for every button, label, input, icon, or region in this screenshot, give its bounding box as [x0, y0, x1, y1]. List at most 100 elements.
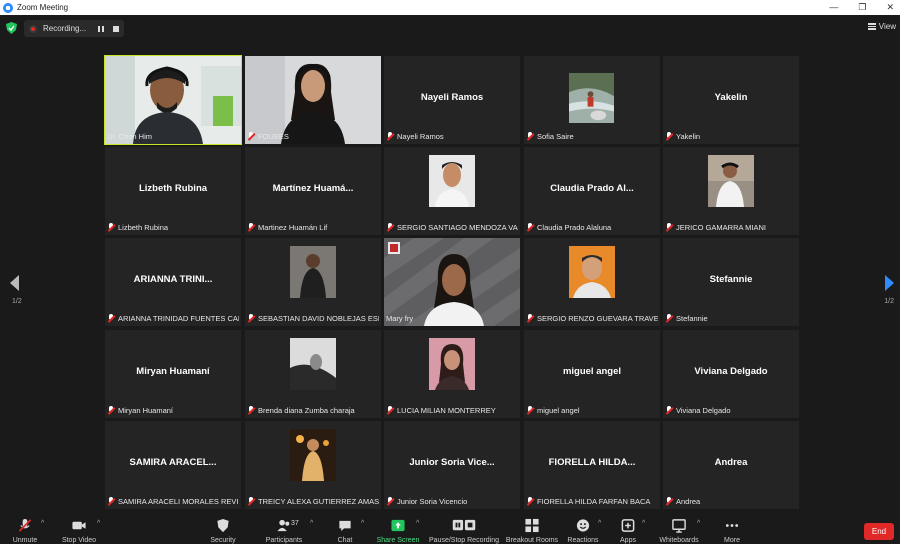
participants-button[interactable]: Participants [262, 514, 306, 544]
participants-icon [277, 519, 290, 532]
muted-mic-icon [665, 223, 673, 232]
participant-display-name: Nayeli Ramos [420, 92, 484, 103]
participant-tile[interactable]: Stefannie Stefannie [663, 238, 799, 326]
video-options-caret-icon[interactable]: ^ [97, 520, 100, 527]
stop-video-button[interactable]: Stop Video [56, 514, 102, 544]
participant-tile[interactable]: FIORELLA HILDA... FIORELLA HILDA FARFAN B… [524, 421, 660, 509]
participant-name: Martinez Huamán Lif [258, 223, 328, 232]
participant-name-label: Claudia Prado Alaluna [526, 222, 658, 233]
participant-tile[interactable]: Miryan Huamaní Miryan Huamaní [105, 330, 241, 418]
participant-name: ARIANNA TRINIDAD FUENTES CAM... [118, 314, 239, 323]
participant-tile[interactable]: ARIANNA TRINI... ARIANNA TRINIDAD FUENTES… [105, 238, 241, 326]
participant-display-name: Stefannie [709, 274, 753, 285]
muted-mic-icon [386, 223, 394, 232]
participant-tile[interactable]: SEBASTIAN DAVID NOBLEJAS ESPIN... [245, 238, 381, 326]
participant-name-label: SERGIO RENZO GUEVARA TRAVERS... [526, 313, 658, 324]
participant-tile[interactable]: Mary fry [384, 238, 520, 326]
participant-name-label: Martinez Huamán Lif [247, 222, 379, 233]
participant-tile[interactable]: SERGIO RENZO GUEVARA TRAVERS... [524, 238, 660, 326]
participant-name-label: Dr. Chon Him [107, 131, 239, 142]
participant-tile[interactable]: TREICY ALEXA GUTIERREZ AMASIF... [245, 421, 381, 509]
participant-tile[interactable]: Viviana Delgado Viviana Delgado [663, 330, 799, 418]
participant-tile[interactable]: Claudia Prado Al... Claudia Prado Alaluna [524, 147, 660, 235]
view-button[interactable]: View [867, 22, 896, 31]
participant-tile[interactable]: Junior Soria Vice... Junior Soria Vicenci… [384, 421, 520, 509]
participant-name-label: Yakelin [665, 131, 797, 142]
muted-mic-icon [247, 497, 255, 506]
security-button[interactable]: Security [205, 514, 241, 544]
participant-tile[interactable]: LUCIA MILIAN MONTERREY [384, 330, 520, 418]
window-controls: — ❐ ✕ [829, 0, 894, 15]
participant-name: Mary fry [386, 314, 414, 323]
unmute-label: Unmute [12, 537, 38, 544]
participant-tile[interactable]: Dr. Chon Him [104, 55, 242, 145]
breakout-rooms-label: Breakout Rooms [505, 537, 559, 544]
whiteboards-button[interactable]: Whiteboards [657, 514, 701, 544]
participant-tile[interactable]: FOUEES [245, 56, 381, 144]
participant-name: Viviana Delgado [676, 406, 731, 415]
breakout-rooms-button[interactable]: Breakout Rooms [505, 514, 559, 544]
participant-tile[interactable]: miguel angel miguel angel [524, 330, 660, 418]
audio-options-caret-icon[interactable]: ^ [41, 520, 44, 527]
reactions-smiley-icon [576, 519, 590, 532]
participant-display-name: ARIANNA TRINI... [133, 274, 213, 285]
apps-button[interactable]: Apps [617, 514, 639, 544]
apps-caret-icon[interactable]: ^ [642, 520, 645, 527]
participant-name-label: Lizbeth Rubina [107, 222, 239, 233]
apps-icon [621, 519, 635, 532]
recording-controls-label: Pause/Stop Recording [428, 537, 500, 544]
unmute-button[interactable]: Unmute [6, 514, 44, 544]
participant-display-name: FIORELLA HILDA... [548, 457, 636, 468]
stop-recording-icon[interactable] [113, 26, 119, 32]
participant-avatar [290, 338, 336, 390]
participant-name: Claudia Prado Alaluna [537, 223, 612, 232]
page-indicator-left: 1/2 [12, 298, 22, 305]
share-caret-icon[interactable]: ^ [416, 520, 419, 527]
breakout-rooms-icon [525, 518, 539, 533]
participant-tile[interactable]: Martínez Huamá... Martinez Huamán Lif [245, 147, 381, 235]
share-screen-button[interactable]: Share Screen [376, 514, 420, 544]
participants-caret-icon[interactable]: ^ [310, 520, 313, 527]
muted-mic-icon [526, 497, 534, 506]
meeting-toolbar: Unmute ^ Stop Video ^ Security Participa… [0, 514, 900, 544]
minimize-button[interactable]: — [829, 0, 838, 15]
encryption-shield-icon[interactable] [6, 22, 17, 34]
grid-view-icon [867, 23, 876, 30]
reactions-caret-icon[interactable]: ^ [598, 520, 601, 527]
maximize-button[interactable]: ❐ [858, 0, 866, 15]
more-dots-icon [725, 524, 739, 527]
participant-name-label: Nayeli Ramos [386, 131, 518, 142]
participant-tile[interactable]: Brenda diana Zumba charaja [245, 330, 381, 418]
chat-caret-icon[interactable]: ^ [361, 520, 364, 527]
participant-tile[interactable]: Andrea Andrea [663, 421, 799, 509]
participants-label: Participants [265, 537, 303, 544]
whiteboards-caret-icon[interactable]: ^ [697, 520, 700, 527]
participant-name-label: SERGIO SANTIAGO MENDOZA VAS... [386, 222, 518, 233]
participant-tile[interactable]: SAMIRA ARACEL... SAMIRA ARACELI MORALES R… [105, 421, 241, 509]
participant-tile[interactable]: Nayeli Ramos Nayeli Ramos [384, 56, 520, 144]
participant-tile[interactable]: JERICO GAMARRA MIANI [663, 147, 799, 235]
next-page-arrow-icon[interactable] [885, 275, 894, 291]
pause-recording-icon[interactable] [98, 26, 104, 32]
participant-avatar [429, 155, 475, 207]
reactions-button[interactable]: Reactions [566, 514, 600, 544]
close-button[interactable]: ✕ [886, 0, 894, 15]
participant-tile[interactable]: Lizbeth Rubina Lizbeth Rubina [105, 147, 241, 235]
muted-mic-icon [665, 314, 673, 323]
pause-stop-recording-button[interactable]: Pause/Stop Recording [428, 514, 500, 544]
more-button[interactable]: More [720, 514, 744, 544]
end-meeting-button[interactable]: End [864, 523, 894, 540]
participant-name: Andrea [676, 497, 701, 506]
participant-name: SEBASTIAN DAVID NOBLEJAS ESPIN... [258, 314, 379, 323]
window-title: Zoom Meeting [17, 3, 69, 12]
participant-name: Dr. Chon Him [107, 132, 153, 141]
participant-tile[interactable]: Sofia Saire [524, 56, 660, 144]
chat-label: Chat [337, 537, 353, 544]
previous-page-arrow-icon[interactable] [10, 275, 19, 291]
view-label: View [878, 22, 896, 31]
participant-tile[interactable]: Yakelin Yakelin [663, 56, 799, 144]
participant-tile[interactable]: SERGIO SANTIAGO MENDOZA VAS... [384, 147, 520, 235]
chat-button[interactable]: Chat [333, 514, 357, 544]
participant-display-name: Andrea [714, 457, 748, 468]
participant-name-label: SEBASTIAN DAVID NOBLEJAS ESPIN... [247, 313, 379, 324]
